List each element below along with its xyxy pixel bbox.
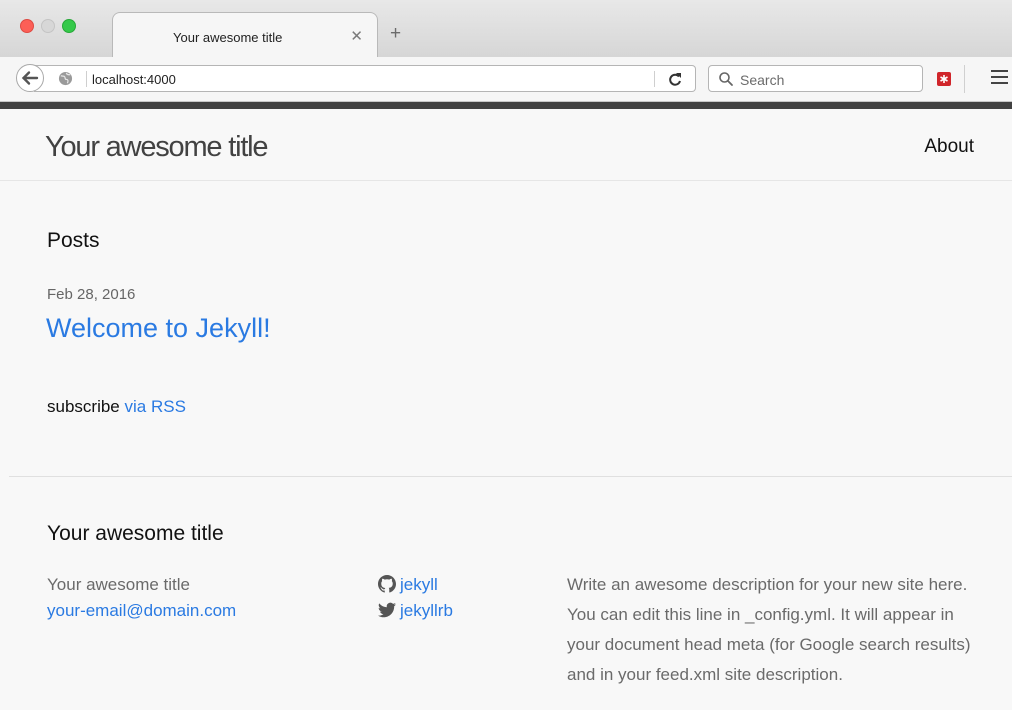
github-icon [378, 575, 396, 593]
toolbar-bottom-border [0, 102, 1012, 109]
globe-icon [58, 71, 73, 86]
search-box[interactable]: Search [708, 65, 923, 92]
url-text[interactable]: localhost:4000 [92, 72, 176, 87]
nav-link-about[interactable]: About [924, 136, 974, 158]
address-separator [86, 71, 87, 87]
twitter-link[interactable]: jekyllrb [378, 598, 453, 624]
hamburger-menu-icon[interactable] [991, 70, 1012, 88]
site-description: Write an awesome description for your ne… [567, 575, 971, 684]
extension-icon[interactable] [937, 72, 951, 86]
footer-social: jekyll jekyllrb [378, 572, 453, 624]
tab-title: Your awesome title [173, 30, 283, 45]
back-arrow-icon [21, 71, 39, 85]
twitter-icon [378, 602, 396, 618]
twitter-username: jekyllrb [400, 601, 453, 620]
post-date: Feb 28, 2016 [47, 286, 136, 303]
footer-heading: Your awesome title [47, 522, 224, 545]
search-input[interactable]: Search [740, 72, 784, 88]
browser-toolbar: localhost:4000 Search [0, 57, 1012, 102]
zoom-window-button[interactable] [62, 19, 76, 33]
close-window-button[interactable] [20, 19, 34, 33]
reload-icon[interactable] [666, 70, 684, 88]
footer-name: Your awesome title [47, 575, 191, 594]
new-tab-button[interactable]: + [390, 24, 401, 43]
subscribe-label: subscribe [47, 397, 120, 416]
browser-tab[interactable]: Your awesome title ✕ [112, 12, 378, 57]
footer-contact: Your awesome title your-email@domain.com [47, 572, 236, 624]
site-header: Your awesome title About [0, 109, 1012, 181]
address-separator-right [654, 71, 655, 87]
asterisk-icon [940, 75, 948, 83]
window-titlebar: Your awesome title ✕ + [0, 0, 1012, 57]
toolbar-separator [964, 65, 965, 93]
post-title-link[interactable]: Welcome to Jekyll! [46, 313, 271, 344]
close-tab-icon[interactable]: ✕ [350, 27, 363, 45]
back-button[interactable] [16, 64, 44, 92]
footer-divider [9, 476, 1012, 477]
github-link[interactable]: jekyll [378, 572, 453, 598]
search-icon [719, 72, 733, 86]
posts-heading: Posts [47, 229, 100, 252]
subscribe-line: subscribe via RSS [47, 397, 186, 417]
rss-link[interactable]: via RSS [125, 397, 186, 416]
address-bar[interactable]: localhost:4000 [34, 65, 696, 92]
minimize-window-button[interactable] [41, 19, 55, 33]
site-title-link[interactable]: Your awesome title [45, 131, 269, 164]
github-username: jekyll [400, 575, 438, 594]
footer-email-link[interactable]: your-email@domain.com [47, 598, 236, 624]
